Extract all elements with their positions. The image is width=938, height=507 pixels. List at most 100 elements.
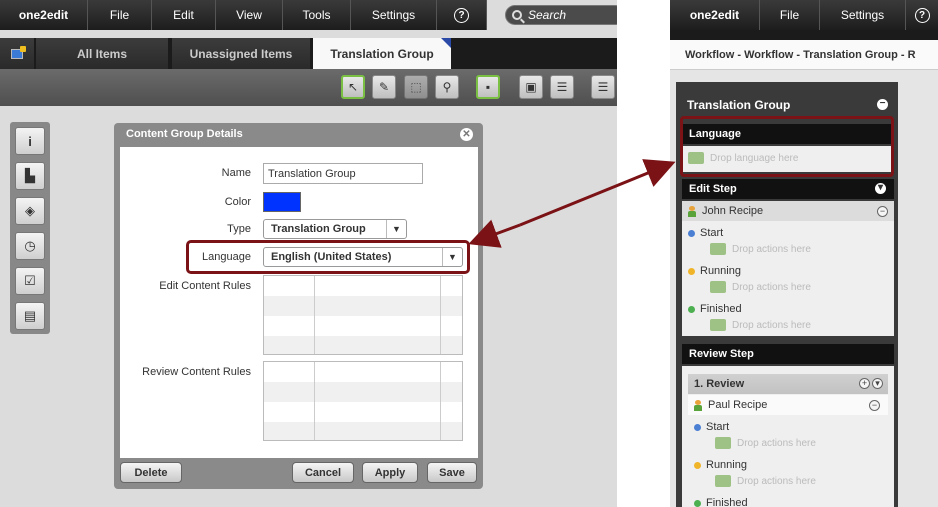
status-label: Finished <box>706 497 748 507</box>
checklist-button[interactable]: ☑ <box>15 267 45 295</box>
info-icon: i <box>28 133 32 149</box>
tab-all-items[interactable]: All Items <box>36 38 168 69</box>
main-menu-bar: one2edit File Edit View Tools Settings ? <box>0 0 487 30</box>
hierarchy-icon: ▙ <box>25 168 35 183</box>
remove-user-icon[interactable]: − <box>877 206 888 217</box>
folder-icon <box>11 45 26 59</box>
info-button[interactable]: i <box>15 127 45 155</box>
user-icon <box>694 399 702 411</box>
name-label: Name <box>221 167 251 179</box>
status-label: Start <box>700 227 724 239</box>
status-label: Start <box>706 421 730 433</box>
comments-button[interactable]: ▤ <box>15 302 45 330</box>
tab-translation-group[interactable]: Translation Group <box>313 38 451 69</box>
edit-step-header: Edit Step <box>682 179 894 199</box>
color-picker[interactable] <box>263 192 301 212</box>
help-icon: ? <box>454 7 469 23</box>
menu-settings[interactable]: Settings <box>351 0 437 30</box>
menu-file[interactable]: File <box>88 0 152 30</box>
content-group-details-dialog: Content Group Details ✕ Name Color Type … <box>114 123 483 489</box>
edit-content-rules-table[interactable] <box>263 275 463 355</box>
status-dot-icon <box>688 267 695 275</box>
user-icon <box>688 205 696 217</box>
comment-tool-button[interactable]: ▪ <box>476 75 500 99</box>
tab-home[interactable] <box>0 38 34 69</box>
workflow-menu-bar: one2edit File Settings ? <box>670 0 938 30</box>
expand-menu-icon[interactable]: ▾ <box>875 183 886 194</box>
chevron-down-icon[interactable]: ▾ <box>872 378 883 389</box>
edit-step-user[interactable]: John Recipe <box>682 201 894 221</box>
status-label: Finished <box>700 303 742 315</box>
type-select[interactable]: Translation Group ▼ <box>263 219 407 239</box>
menu-file[interactable]: File <box>760 0 820 30</box>
status-dot-icon <box>694 423 701 431</box>
review-step-user[interactable]: Paul Recipe <box>688 395 888 415</box>
review-step-body: 1. Review + ▾ Paul Recipe − Start Drop a… <box>682 366 894 507</box>
zoom-tool-button[interactable]: ⚲ <box>435 75 459 99</box>
comment-icon: ▪ <box>485 80 491 94</box>
edit-running-actions-drop[interactable]: Drop actions here <box>710 281 811 293</box>
edit-status-finished: Finished <box>688 303 742 315</box>
cancel-button[interactable]: Cancel <box>292 462 354 483</box>
menu-one2edit[interactable]: one2edit <box>670 0 760 30</box>
collapse-icon[interactable]: − <box>877 99 888 110</box>
status-label: Running <box>700 265 741 277</box>
breadcrumb: Workflow - Workflow - Translation Group … <box>670 40 938 70</box>
tab-unassigned-items[interactable]: Unassigned Items <box>172 38 310 69</box>
table-column-divider <box>440 362 441 440</box>
pencil-icon: ✎ <box>378 80 390 94</box>
apply-button[interactable]: Apply <box>362 462 418 483</box>
image-icon: ▣ <box>525 80 537 94</box>
edit-status-running: Running <box>688 265 741 277</box>
dialog-title: Content Group Details <box>126 128 243 140</box>
edit-start-actions-drop[interactable]: Drop actions here <box>710 243 811 255</box>
edit-user-name: John Recipe <box>702 205 764 217</box>
dialog-body: Name Color Type Translation Group ▼ Lang… <box>120 147 478 458</box>
edit-content-rules-label: Edit Content Rules <box>159 280 251 292</box>
frame-tool-button[interactable]: ⬚ <box>404 75 428 99</box>
drop-target-icon <box>710 319 726 331</box>
review-substep-header[interactable]: 1. Review <box>688 374 888 394</box>
search-input[interactable]: Search <box>505 5 617 25</box>
drop-text: Drop actions here <box>737 437 816 449</box>
drop-text: Drop actions here <box>732 281 811 293</box>
add-icon[interactable]: + <box>859 378 870 389</box>
page-view-button[interactable]: ☰ <box>591 75 615 99</box>
drop-target-icon <box>710 281 726 293</box>
review-status-start: Start <box>694 421 729 433</box>
menu-one2edit[interactable]: one2edit <box>0 0 88 30</box>
review-start-actions-drop[interactable]: Drop actions here <box>715 437 816 449</box>
select-tool-button[interactable]: ↖ <box>341 75 365 99</box>
status-dot-icon <box>694 461 701 469</box>
clock-icon: ◷ <box>24 238 36 253</box>
history-button[interactable]: ◷ <box>15 232 45 260</box>
menu-view[interactable]: View <box>216 0 283 30</box>
language-drop-highlight-box <box>680 116 894 177</box>
remove-user-icon[interactable]: − <box>869 400 880 411</box>
review-content-rules-table[interactable] <box>263 361 463 441</box>
panel-title: Translation Group <box>687 98 791 112</box>
search-icon <box>512 10 522 20</box>
name-field[interactable] <box>263 163 423 184</box>
text-view-button[interactable]: ☰ <box>550 75 574 99</box>
checklist-icon: ☑ <box>24 273 36 288</box>
save-button[interactable]: Save <box>427 462 477 483</box>
delete-button[interactable]: Delete <box>120 462 182 483</box>
speech-bubble-icon: ▤ <box>23 308 37 323</box>
review-user-name: Paul Recipe <box>708 399 768 411</box>
edit-status-start: Start <box>688 227 723 239</box>
tab-strip <box>670 30 938 40</box>
menu-settings[interactable]: Settings <box>820 0 906 30</box>
close-icon[interactable]: ✕ <box>460 128 473 141</box>
menu-edit[interactable]: Edit <box>152 0 216 30</box>
pencil-tool-button[interactable]: ✎ <box>372 75 396 99</box>
help-button[interactable]: ? <box>437 0 487 30</box>
help-button[interactable]: ? <box>906 0 938 30</box>
language-highlight-box <box>186 240 470 274</box>
review-running-actions-drop[interactable]: Drop actions here <box>715 475 816 487</box>
structure-button[interactable]: ▙ <box>15 162 45 190</box>
layers-button[interactable]: ◈ <box>15 197 45 225</box>
image-view-button[interactable]: ▣ <box>519 75 543 99</box>
edit-finished-actions-drop[interactable]: Drop actions here <box>710 319 811 331</box>
menu-tools[interactable]: Tools <box>283 0 351 30</box>
